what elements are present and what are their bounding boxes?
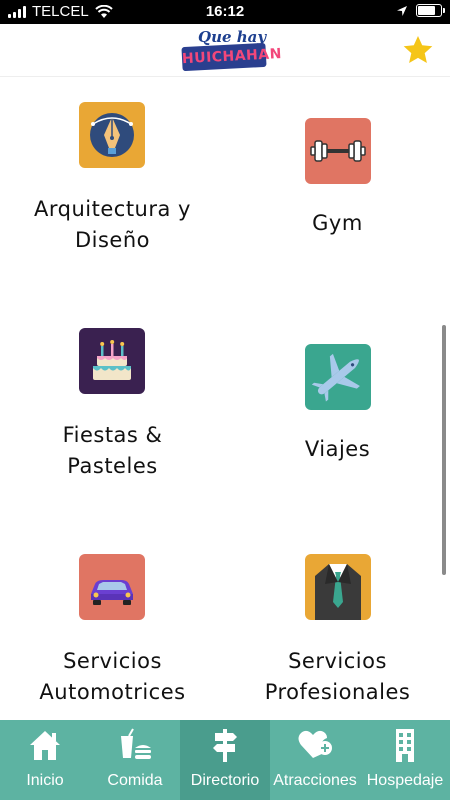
category-label: Fiestas & Pasteles: [62, 423, 163, 478]
status-right: [396, 4, 445, 17]
building-icon: [396, 729, 414, 762]
food-icon: [121, 728, 151, 759]
battery-icon: [416, 4, 445, 17]
category-card[interactable]: Viajes: [225, 304, 450, 514]
category-card[interactable]: Gym: [225, 78, 450, 288]
category-label: Arquitectura y Diseño: [34, 197, 191, 252]
scrollbar[interactable]: [442, 325, 446, 575]
nav-hospedaje[interactable]: Hospedaje: [360, 720, 450, 800]
bottom-nav: Inicio Comida Directorio Atracciones Hos…: [0, 720, 450, 800]
logo-main-text: HUICHAHAN: [181, 42, 282, 72]
category-label: Servicios Automotrices: [39, 649, 186, 704]
status-bar: TELCEL 16:12: [0, 0, 450, 24]
heart-plus-icon: [298, 730, 332, 758]
app-header: Que hay HUICHAHAN: [0, 24, 450, 77]
cake-icon: [79, 328, 145, 394]
location-arrow-icon: [397, 5, 407, 16]
nav-label: Atracciones: [273, 772, 357, 789]
app-logo[interactable]: Que hay HUICHAHAN: [180, 28, 282, 74]
directory-grid: Arquitectura y Diseño Gym Fiestas & Past…: [0, 78, 450, 720]
home-icon: [30, 731, 60, 760]
category-card[interactable]: Servicios Profesionales: [225, 530, 450, 720]
pen-tool-icon: [79, 102, 145, 168]
nav-label: Comida: [107, 772, 163, 789]
category-label: Gym: [312, 211, 363, 235]
suit-tie-icon: [305, 554, 371, 620]
nav-label: Hospedaje: [366, 772, 444, 789]
star-icon[interactable]: [402, 34, 434, 66]
nav-atracciones[interactable]: Atracciones: [270, 720, 360, 800]
category-label: Servicios Profesionales: [264, 649, 411, 704]
category-label: Viajes: [304, 437, 371, 461]
dumbbell-icon: [305, 118, 371, 184]
category-card[interactable]: Servicios Automotrices: [0, 530, 225, 720]
nav-directorio[interactable]: Directorio: [180, 720, 270, 800]
signpost-icon: [213, 729, 237, 762]
nav-inicio[interactable]: Inicio: [0, 720, 90, 800]
category-card[interactable]: Arquitectura y Diseño: [0, 78, 225, 288]
category-card[interactable]: Fiestas & Pasteles: [0, 304, 225, 514]
nav-comida[interactable]: Comida: [90, 720, 180, 800]
airplane-icon: [305, 344, 371, 410]
clock: 16:12: [205, 3, 245, 20]
nav-label: Directorio: [190, 772, 260, 789]
nav-label: Inicio: [26, 772, 64, 789]
car-icon: [79, 554, 145, 620]
battery-level: [418, 6, 435, 15]
